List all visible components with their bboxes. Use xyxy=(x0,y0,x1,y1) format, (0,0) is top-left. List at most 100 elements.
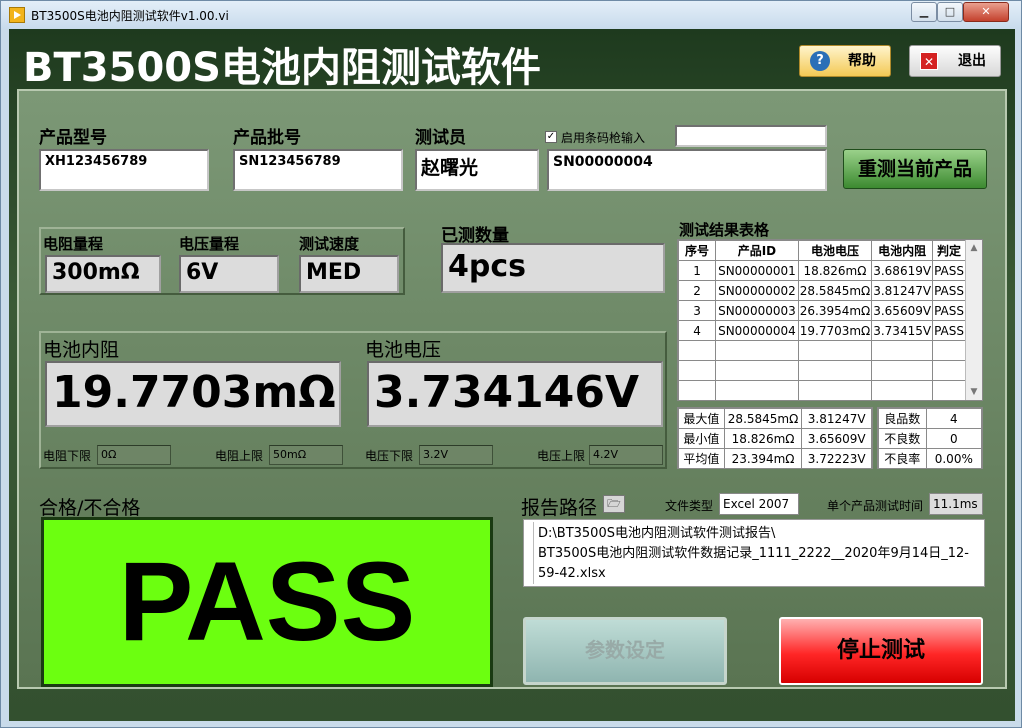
table-row[interactable]: 3 SN00000003 26.3954mΩ 3.65609V PASS xyxy=(678,300,966,321)
filetype-select[interactable]: Excel 2007 xyxy=(719,493,799,515)
path-handle xyxy=(526,522,534,584)
table-row[interactable]: 4 SN00000004 19.7703mΩ 3.73415V PASS xyxy=(678,320,966,341)
cell: 良品数 xyxy=(878,408,927,429)
app-window: BT3500S电池内阻测试软件v1.00.vi ▁ □ ✕ BT3500S电池内… xyxy=(0,0,1022,728)
tester-label: 测试员 xyxy=(415,128,466,148)
path-line-1: D:\BT3500S电池内阻测试软件测试报告\ xyxy=(538,526,776,541)
cell: 1 xyxy=(678,260,717,281)
table-row[interactable]: 1 SN00000001 18.826mΩ 3.68619V PASS xyxy=(678,260,966,281)
voltage-range-label: 电压量程 xyxy=(179,235,240,253)
voltage-range-value[interactable]: 6V xyxy=(179,255,279,293)
cell: 最小值 xyxy=(678,428,725,449)
exit-button[interactable]: ✕ 退出 xyxy=(909,45,1001,77)
verdict-label: 合格/不合格 xyxy=(39,497,141,519)
params-settings-button[interactable]: 参数设定 xyxy=(523,617,727,685)
r-low-label: 电阻下限 xyxy=(43,449,92,463)
stats-row-max: 最大值 28.5845mΩ 3.81247V xyxy=(678,408,872,429)
cell: 0 xyxy=(925,428,983,449)
model-label: 产品型号 xyxy=(39,128,107,148)
cell: 18.826mΩ xyxy=(723,428,803,449)
stop-test-button[interactable]: 停止测试 xyxy=(779,617,983,685)
filetype-label: 文件类型 xyxy=(665,499,714,513)
test-time-label: 单个产品测试时间 xyxy=(827,499,924,513)
path-line-2: BT3500S电池内阻测试软件数据记录_1111_2222__2020年9月14… xyxy=(538,546,969,561)
v-high-label: 电压上限 xyxy=(537,449,586,463)
exit-label: 退出 xyxy=(958,53,986,69)
close-window-button[interactable]: ✕ xyxy=(963,2,1009,22)
batch-label: 产品批号 xyxy=(233,128,301,148)
col-header-resistance: 电池内阻 xyxy=(871,240,934,261)
cell: SN00000003 xyxy=(715,300,799,321)
r-high-label: 电阻上限 xyxy=(215,449,264,463)
col-header-product-id: 产品ID xyxy=(715,240,799,261)
cell: 不良率 xyxy=(878,448,927,469)
col-header-verdict: 判定 xyxy=(932,240,966,261)
cell: 4 xyxy=(925,408,983,429)
results-scrollbar[interactable]: ▲ ▼ xyxy=(965,240,982,400)
cell: 26.3954mΩ xyxy=(797,300,873,321)
stats-row-min: 最小值 18.826mΩ 3.65609V xyxy=(678,428,872,449)
scroll-down-icon[interactable]: ▼ xyxy=(968,386,980,398)
help-label: 帮助 xyxy=(848,53,876,69)
quality-row-good: 良品数 4 xyxy=(878,408,983,429)
resistance-range-label: 电阻量程 xyxy=(43,235,104,253)
voltage-reading-value: 3.734146V xyxy=(367,361,663,427)
barcode-checkbox[interactable]: ✓ xyxy=(545,131,557,143)
v-high-value[interactable]: 4.2V xyxy=(589,445,663,465)
cell: 3.65609V xyxy=(871,300,934,321)
results-title: 测试结果表格 xyxy=(679,221,770,239)
serial-number-input[interactable]: SN00000004 xyxy=(547,149,827,191)
test-speed-label: 测试速度 xyxy=(299,235,360,253)
empty-row xyxy=(678,340,966,361)
folder-browse-icon[interactable]: 🗁 xyxy=(603,495,625,513)
cell: SN00000001 xyxy=(715,260,799,281)
model-input[interactable]: XH123456789 xyxy=(39,149,209,191)
verdict-indicator: PASS xyxy=(41,517,493,687)
resistance-reading-label: 电池内阻 xyxy=(43,339,120,361)
empty-row xyxy=(678,380,966,400)
cell: 3 xyxy=(678,300,717,321)
cell: 2 xyxy=(678,280,717,301)
col-header-voltage: 电池电压 xyxy=(797,240,873,261)
test-time-value: 11.1ms xyxy=(929,493,983,515)
r-high-value[interactable]: 50mΩ xyxy=(269,445,343,465)
title-bar: BT3500S电池内阻测试软件v1.00.vi ▁ □ ✕ xyxy=(1,1,1021,29)
app-title: BT3500S电池内阻测试软件 xyxy=(23,45,541,91)
table-row[interactable]: 2 SN00000002 28.5845mΩ 3.81247V PASS xyxy=(678,280,966,301)
cell: 平均值 xyxy=(678,448,725,469)
v-low-value[interactable]: 3.2V xyxy=(419,445,493,465)
barcode-input[interactable] xyxy=(675,125,827,147)
resistance-range-value[interactable]: 300mΩ xyxy=(45,255,161,293)
empty-row xyxy=(678,360,966,381)
cell: 3.73415V xyxy=(871,320,934,341)
tested-count-value: 4pcs xyxy=(441,243,665,293)
batch-input[interactable]: SN123456789 xyxy=(233,149,403,191)
minimize-button[interactable]: ▁ xyxy=(911,2,937,22)
test-speed-value[interactable]: MED xyxy=(299,255,399,293)
stats-row-avg: 平均值 23.394mΩ 3.72223V xyxy=(678,448,872,469)
cell: PASS xyxy=(932,280,966,301)
voltage-reading-label: 电池电压 xyxy=(365,339,442,361)
cell: PASS xyxy=(932,300,966,321)
v-low-label: 电压下限 xyxy=(365,449,414,463)
r-low-value[interactable]: 0Ω xyxy=(97,445,171,465)
cell: 23.394mΩ xyxy=(723,448,803,469)
path-line-3: 59-42.xlsx xyxy=(538,566,606,581)
barcode-checkbox-label: 启用条码枪输入 xyxy=(561,131,646,145)
results-table[interactable]: 序号 产品ID 电池电压 电池内阻 判定 1 SN00000001 18.826mΩ… xyxy=(677,239,983,401)
tester-input[interactable]: 赵曙光 xyxy=(415,149,539,191)
maximize-button[interactable]: □ xyxy=(937,2,963,22)
exit-icon: ✕ xyxy=(920,52,938,70)
results-header-row: 序号 产品ID 电池电压 电池内阻 判定 xyxy=(678,240,966,261)
labview-app-icon xyxy=(9,7,25,23)
quality-row-bad: 不良数 0 xyxy=(878,428,983,449)
report-path-label: 报告路径 xyxy=(521,497,598,519)
report-path-field[interactable]: D:\BT3500S电池内阻测试软件测试报告\ BT3500S电池内阻测试软件数… xyxy=(523,519,985,587)
cell: 28.5845mΩ xyxy=(797,280,873,301)
help-button[interactable]: ? 帮助 xyxy=(799,45,891,77)
help-icon: ? xyxy=(810,51,830,71)
cell: 4 xyxy=(678,320,717,341)
scroll-up-icon[interactable]: ▲ xyxy=(968,242,980,254)
retest-button[interactable]: 重测当前产品 xyxy=(843,149,987,189)
cell: 0.00% xyxy=(925,448,983,469)
